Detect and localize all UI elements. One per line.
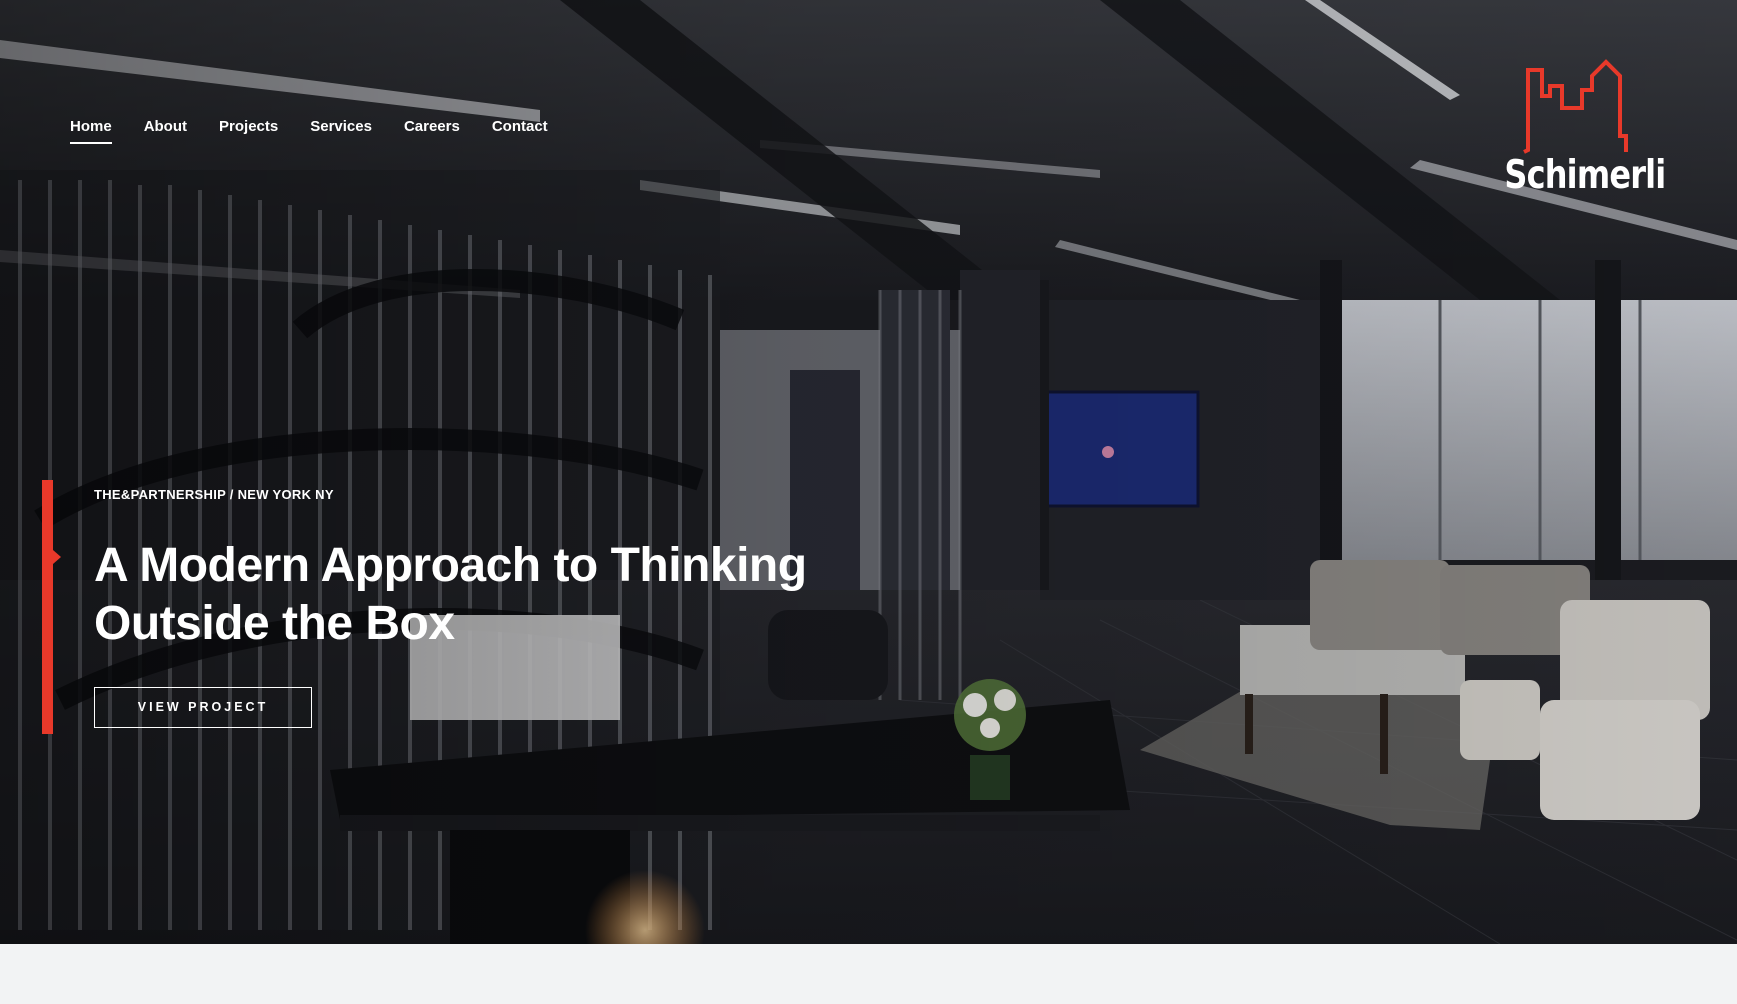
brand-logo[interactable]: Schimerli (1488, 56, 1670, 206)
hero-project-location: THE&PARTNERSHIP / NEW YORK NY (94, 487, 334, 502)
main-nav: Home About Projects Services Careers Con… (70, 118, 548, 144)
below-fold-section (0, 944, 1737, 1004)
nav-item-contact[interactable]: Contact (492, 118, 548, 144)
hero-section: Home About Projects Services Careers Con… (0, 0, 1737, 944)
hero-accent-notch (53, 550, 61, 564)
view-project-button[interactable]: VIEW PROJECT (94, 687, 312, 728)
nav-item-home[interactable]: Home (70, 118, 112, 144)
hero-accent-bar (42, 480, 53, 734)
nav-item-projects[interactable]: Projects (219, 118, 278, 144)
hero-headline: A Modern Approach to Thinking Outside th… (94, 539, 807, 650)
nav-item-services[interactable]: Services (310, 118, 372, 144)
city-skyline-icon (1523, 59, 1628, 154)
logo-wordmark: Schimerli (1504, 153, 1666, 198)
nav-item-about[interactable]: About (144, 118, 187, 144)
nav-item-careers[interactable]: Careers (404, 118, 460, 144)
